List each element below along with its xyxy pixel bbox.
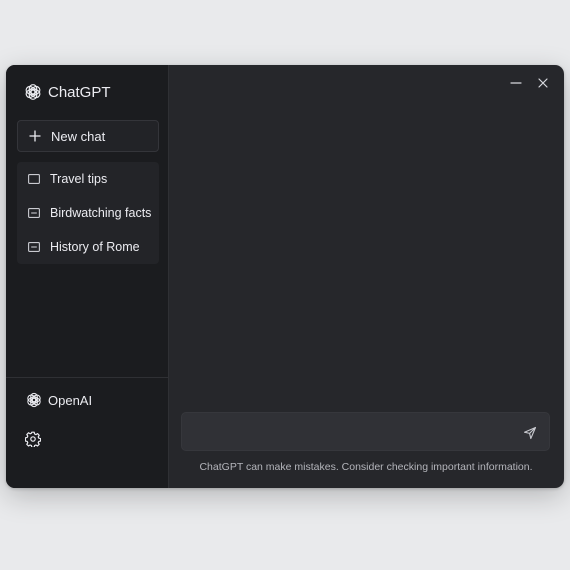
close-icon[interactable] <box>536 76 550 90</box>
chat-bubble-icon <box>28 242 40 252</box>
chat-bubble-icon <box>28 208 40 218</box>
chat-history-list: Travel tips Birdwatching facts History o… <box>17 162 159 264</box>
chat-history-item[interactable]: Birdwatching facts <box>17 196 159 230</box>
openai-logo-icon <box>24 84 42 100</box>
message-input[interactable] <box>192 413 516 452</box>
gear-icon[interactable] <box>25 431 41 447</box>
disclaimer-text: ChatGPT can make mistakes. Consider chec… <box>199 461 533 473</box>
chat-history-item[interactable]: History of Rome <box>17 230 159 264</box>
org-name: OpenAI <box>48 392 93 408</box>
sidebar: ChatGPT New chat Travel tips Birdwatchin… <box>6 65 169 488</box>
org-switcher[interactable]: OpenAI <box>25 390 92 410</box>
new-chat-label: New chat <box>51 128 106 144</box>
chat-history-item[interactable]: Travel tips <box>17 162 159 196</box>
send-icon[interactable] <box>523 426 537 440</box>
chat-bubble-icon <box>28 174 40 184</box>
plus-icon <box>29 130 41 142</box>
app-title: ChatGPT <box>48 83 111 101</box>
chat-history-label: History of Rome <box>50 240 140 254</box>
chat-history-label: Birdwatching facts <box>50 206 152 220</box>
chat-history-label: Travel tips <box>50 172 108 186</box>
new-chat-button[interactable]: New chat <box>17 120 159 152</box>
brand: ChatGPT <box>23 81 111 103</box>
openai-logo-icon <box>26 392 42 408</box>
minimize-icon[interactable] <box>509 76 523 90</box>
message-composer <box>181 412 550 452</box>
sidebar-footer: OpenAI <box>6 377 168 447</box>
window-controls <box>496 76 550 90</box>
app-window: ChatGPT New chat Travel tips Birdwatchin… <box>6 65 564 488</box>
